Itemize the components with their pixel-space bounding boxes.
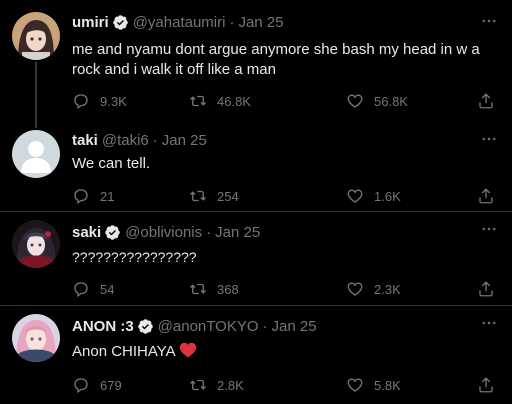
separator: · [229,13,235,31]
separator: · [206,223,212,241]
reply-button[interactable]: 679 [72,375,122,395]
action-bar: 679 2.8K 5.8K [72,375,500,395]
retweet-icon [190,379,206,391]
heart-icon [347,282,363,296]
share-button[interactable] [477,279,505,299]
retweet-count: 46.8K [217,93,251,109]
tweet-divider [0,305,512,306]
retweet-icon [190,95,206,107]
retweet-count: 254 [217,188,239,204]
thread-line [35,62,37,128]
tweet-text: We can tell. [72,155,151,172]
like-count: 5.8K [374,377,401,393]
share-button[interactable] [477,186,505,206]
more-options-icon[interactable] [480,12,498,30]
display-name[interactable]: saki [72,224,101,241]
tweet-text: ???????????????? [72,249,197,265]
like-count: 56.8K [374,93,408,109]
tweet-text: Anon CHIHAYA [72,342,496,362]
red-heart-emoji-icon [179,342,197,358]
separator: · [262,317,268,335]
tweet-text: me and nyamu dont argue anymore she bash… [72,41,480,78]
heart-icon [347,94,363,108]
display-name[interactable]: taki [72,132,98,149]
timestamp[interactable]: Jan 25 [215,224,260,241]
reply-button[interactable]: 54 [72,279,114,299]
reply-count: 679 [100,377,122,393]
verified-badge-icon [105,224,120,240]
reply-icon [74,282,88,298]
separator: · [152,131,158,149]
heart-icon [347,189,363,203]
handle[interactable]: @taki6 [102,132,149,149]
share-icon [479,188,493,204]
reply-button[interactable]: 9.3K [72,91,127,111]
like-button[interactable]: 1.6K [346,186,401,206]
handle[interactable]: @yahataumiri [133,14,226,31]
like-button[interactable]: 5.8K [346,375,401,395]
timestamp[interactable]: Jan 25 [272,318,317,335]
more-options-icon[interactable] [480,130,498,148]
more-options-icon[interactable] [480,314,498,332]
like-count: 1.6K [374,188,401,204]
reply-count: 54 [100,281,115,297]
tweet-divider [0,211,512,212]
action-bar: 54 368 2.3K [72,279,500,299]
share-icon [479,93,493,109]
reply-button[interactable]: 21 [72,186,114,206]
handle[interactable]: @oblivionis [125,224,202,241]
share-button[interactable] [477,91,505,111]
verified-badge-icon [112,14,128,30]
reply-icon [74,189,88,205]
retweet-icon [190,283,206,295]
action-bar: 21 254 1.6K [72,186,500,206]
share-icon [479,377,493,393]
reply-count: 21 [100,188,115,204]
timestamp[interactable]: Jan 25 [238,14,283,31]
share-icon [479,281,493,297]
like-button[interactable]: 56.8K [346,91,408,111]
action-bar: 9.3K 46.8K 56.8K [72,91,500,111]
reply-icon [74,378,88,394]
like-button[interactable]: 2.3K [346,279,401,299]
heart-icon [347,378,363,392]
retweet-button[interactable]: 46.8K [189,91,251,111]
retweet-count: 368 [217,281,239,297]
reply-count: 9.3K [100,93,127,109]
avatar[interactable] [12,314,60,362]
reply-icon [74,94,88,110]
retweet-button[interactable]: 2.8K [189,375,244,395]
retweet-button[interactable]: 368 [189,279,239,299]
verified-badge-icon [137,318,153,334]
avatar[interactable] [12,130,60,178]
handle[interactable]: @anonTOKYO [158,318,259,335]
timestamp[interactable]: Jan 25 [162,132,207,149]
display-name[interactable]: ANON :3 [72,318,134,335]
display-name[interactable]: umiri [72,14,109,31]
avatar[interactable] [12,220,60,268]
retweet-icon [190,190,206,202]
like-count: 2.3K [374,281,401,297]
share-button[interactable] [477,375,505,395]
avatar[interactable] [12,12,60,60]
tweet-text-content: Anon CHIHAYA [72,343,175,360]
retweet-count: 2.8K [217,377,244,393]
more-options-icon[interactable] [480,220,498,238]
retweet-button[interactable]: 254 [189,186,239,206]
